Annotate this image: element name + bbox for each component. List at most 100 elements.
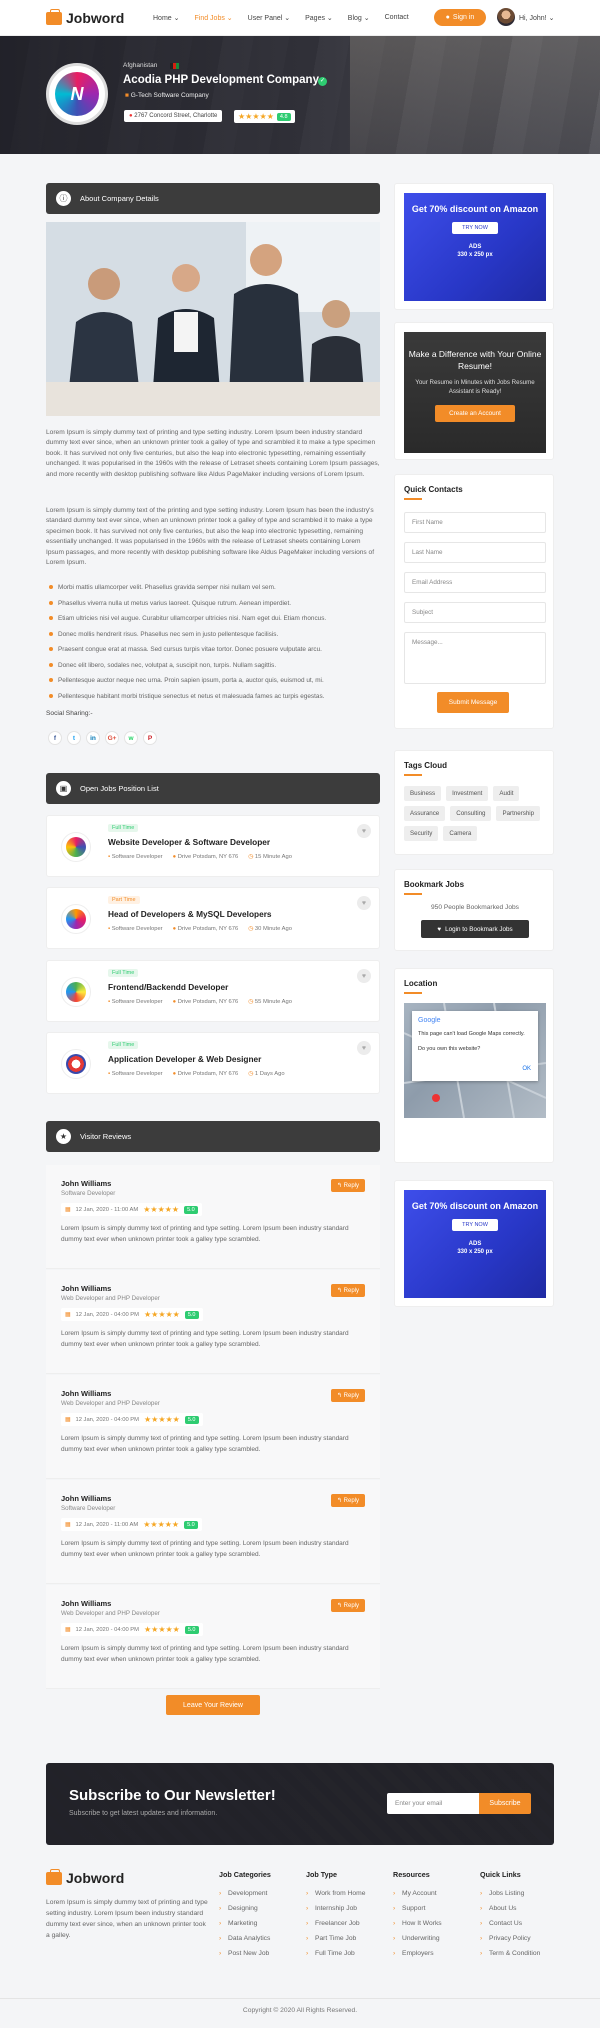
footer-link[interactable]: Development [219,1886,271,1901]
map-error-message: This page can't load Google Maps correct… [418,1031,525,1037]
tag[interactable]: Investment [446,786,489,801]
whatsapp-icon[interactable]: w [124,731,138,745]
footer-logo[interactable]: Jobword [46,1868,124,1886]
tag[interactable]: Assurance [404,806,446,821]
job-type-badge: Full Time [108,1041,139,1049]
subscribe-button[interactable]: Subscribe [479,1793,531,1814]
linkedin-icon[interactable]: in [86,731,100,745]
google-map[interactable]: Google This page can't load Google Maps … [404,1003,546,1118]
nav-contact[interactable]: Contact [385,14,409,22]
calendar-icon: ▦ [65,1416,71,1423]
user-greeting[interactable]: Hi, John! ⌄ [519,14,554,22]
job-title[interactable]: Frontend/Backendd Developer [108,982,228,992]
nav-pages[interactable]: Pages ⌄ [305,14,333,22]
job-card[interactable]: Part Time Head of Developers & MySQL Dev… [46,887,380,949]
nav-home[interactable]: Home ⌄ [153,14,180,22]
newsletter-email-input[interactable]: Enter your email [387,1793,479,1814]
heart-icon[interactable]: ♥ [357,1041,371,1055]
footer-link[interactable]: Underwriting [393,1931,442,1946]
pinterest-icon[interactable]: P [143,731,157,745]
review-card: John Williams Web Developer and PHP Deve… [46,1270,380,1374]
footer-link[interactable]: Work from Home [306,1886,365,1901]
ad-headline: Get 70% discount on Amazon [411,1201,539,1211]
footer-link[interactable]: Post New Job [219,1946,271,1961]
promo-text: Your Resume in Minutes with Jobs Resume … [415,379,535,395]
amazon-ad-banner[interactable]: Get 70% discount on Amazon TRY NOW ADS 33… [404,193,546,301]
company-name: Acodia PHP Development Company [123,74,319,86]
leave-review-button[interactable]: Leave Your Review [166,1695,260,1715]
job-title[interactable]: Website Developer & Software Developer [108,837,270,847]
avatar[interactable] [497,8,515,26]
tag[interactable]: Partnership [496,806,541,821]
footer-divider [0,1998,600,1999]
nav-find-jobs[interactable]: Find Jobs ⌄ [195,14,233,22]
footer-link[interactable]: Freelancer Job [306,1916,365,1931]
footer-link[interactable]: Data Analytics [219,1931,271,1946]
footer-link[interactable]: How It Works [393,1916,442,1931]
job-title[interactable]: Application Developer & Web Designer [108,1054,261,1064]
footer-link[interactable]: Term & Condition [480,1946,540,1961]
review-text: Lorem Ipsum is simply dummy text of prin… [61,1435,349,1453]
reply-button[interactable]: ↰ Reply [330,1284,365,1297]
sign-in-button[interactable]: ● Sign in [434,9,486,26]
reply-button[interactable]: ↰ Reply [330,1599,365,1612]
footer-link[interactable]: Jobs Listing [480,1886,540,1901]
footer-link[interactable]: Contact Us [480,1916,540,1931]
footer-column-job-categories: Job Categories Development Designing Mar… [219,1870,271,1961]
company-logo: N [46,63,108,125]
footer-link[interactable]: Designing [219,1901,271,1916]
job-card[interactable]: Full Time Website Developer & Software D… [46,815,380,877]
create-account-button[interactable]: Create an Account [435,405,515,422]
first-name-field[interactable]: First Name [404,512,546,533]
tag-list: Business Investment Audit Assurance Cons… [404,786,549,841]
category-icon: ▪ [108,1071,111,1077]
site-logo[interactable]: Jobword [46,8,124,26]
footer-link[interactable]: Employers [393,1946,442,1961]
job-meta: ▪ Software Developer ● Drive Potsdam, NY … [108,854,292,860]
footer-link[interactable]: Internship Job [306,1901,365,1916]
twitter-icon[interactable]: t [67,731,81,745]
footer-link[interactable]: Privacy Policy [480,1931,540,1946]
facebook-icon[interactable]: f [48,731,62,745]
heart-icon[interactable]: ♥ [357,969,371,983]
heart-icon[interactable]: ♥ [357,824,371,838]
footer-link[interactable]: Marketing [219,1916,271,1931]
reply-button[interactable]: ↰ Reply [330,1494,365,1507]
list-item: Pellentesque habitant morbi tristique se… [46,689,380,705]
message-field[interactable]: Message... [404,632,546,684]
job-card[interactable]: Full Time Application Developer & Web De… [46,1032,380,1094]
heart-icon[interactable]: ♥ [357,896,371,910]
list-item: Phasellus viverra nulla ut metus varius … [46,596,380,612]
job-card[interactable]: Full Time Frontend/Backendd Developer ▪ … [46,960,380,1022]
submit-message-button[interactable]: Submit Message [437,692,509,713]
amazon-ad-banner[interactable]: Get 70% discount on Amazon TRY NOW ADS 33… [404,1190,546,1298]
login-bookmark-button[interactable]: ♥ Login to Bookmark Jobs [421,920,529,938]
reviewer-name: John Williams [61,1284,112,1293]
reviewer-name: John Williams [61,1494,112,1503]
tag[interactable]: Audit [493,786,520,801]
main-menu: Home ⌄ Find Jobs ⌄ User Panel ⌄ Pages ⌄ … [153,14,409,22]
tag[interactable]: Business [404,786,442,801]
reply-button[interactable]: ↰ Reply [330,1179,365,1192]
footer-column-quick-links: Quick Links Jobs Listing About Us Contac… [480,1870,540,1961]
review-meta: ▦ 12 Jan, 2020 - 04:00 PM ★★★★★ 5.0 [61,1413,203,1426]
tag[interactable]: Consulting [450,806,492,821]
email-field[interactable]: Email Address [404,572,546,593]
footer-link[interactable]: Support [393,1901,442,1916]
job-title[interactable]: Head of Developers & MySQL Developers [108,909,272,919]
tag[interactable]: Camera [443,826,478,841]
subject-field[interactable]: Subject [404,602,546,623]
last-name-field[interactable]: Last Name [404,542,546,563]
footer-link[interactable]: About Us [480,1901,540,1916]
tag[interactable]: Security [404,826,439,841]
nav-blog[interactable]: Blog ⌄ [348,14,370,22]
footer-link[interactable]: Full Time Job [306,1946,365,1961]
map-ok-button[interactable]: OK [522,1066,531,1072]
nav-user-panel[interactable]: User Panel ⌄ [248,14,290,22]
google-plus-icon[interactable]: G+ [105,731,119,745]
card-heading: Quick Contacts [404,485,463,494]
footer-link[interactable]: Part Time Job [306,1931,365,1946]
footer-link[interactable]: My Account [393,1886,442,1901]
reply-button[interactable]: ↰ Reply [330,1389,365,1402]
rating-score: 4.8 [276,112,291,121]
